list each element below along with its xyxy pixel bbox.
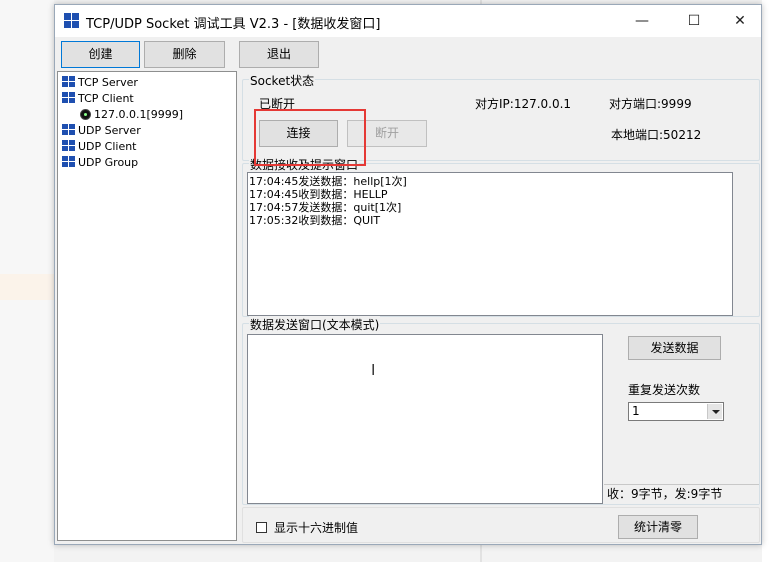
send-input[interactable] <box>247 334 603 504</box>
repeat-count-value: 1 <box>632 404 640 418</box>
network-icon <box>62 156 75 168</box>
text-cursor-icon: I <box>371 361 376 379</box>
network-icon <box>62 124 75 136</box>
log-line: 17:04:45收到数据：HELLP <box>249 188 388 201</box>
connection-tree[interactable]: TCP Server TCP Client 127.0.0.1[9999] UD… <box>57 71 237 541</box>
tree-item-label: TCP Client <box>78 92 134 105</box>
byte-stats: 收：9字节，发:9字节 <box>604 484 759 504</box>
highlight-box <box>254 109 366 166</box>
network-icon <box>62 92 75 104</box>
reset-stats-button[interactable]: 统计清零 <box>618 515 698 539</box>
toolbar: 创建 删除 退出 <box>55 37 761 73</box>
tree-item-tcp-client[interactable]: TCP Client <box>62 91 134 106</box>
network-icon <box>62 140 75 152</box>
close-button[interactable]: ✕ <box>717 5 763 37</box>
footer-panel: 显示十六进制值 统计清零 <box>242 507 760 543</box>
app-window: TCP/UDP Socket 调试工具 V2.3 - [数据收发窗口] — ☐ … <box>54 4 762 545</box>
repeat-count-select[interactable]: 1 <box>628 402 724 421</box>
chevron-down-icon <box>707 404 722 419</box>
connection-dot-icon <box>80 109 91 120</box>
title-bar[interactable]: TCP/UDP Socket 调试工具 V2.3 - [数据收发窗口] — ☐ … <box>55 5 761 37</box>
hex-checkbox-label: 显示十六进制值 <box>274 521 359 535</box>
send-data-button[interactable]: 发送数据 <box>628 336 721 360</box>
app-icon <box>64 13 80 29</box>
tree-item-udp-server[interactable]: UDP Server <box>62 123 141 138</box>
delete-button[interactable]: 删除 <box>144 41 225 68</box>
background-highlight <box>0 274 54 300</box>
create-button[interactable]: 创建 <box>61 41 140 68</box>
window-title: TCP/UDP Socket 调试工具 V2.3 - [数据收发窗口] <box>86 17 381 32</box>
tree-item-label: UDP Client <box>78 140 137 153</box>
network-icon <box>62 76 75 88</box>
local-port: 本地端口:50212 <box>611 128 702 142</box>
log-line: 17:04:45发送数据：hellp[1次] <box>249 175 407 188</box>
receive-group: 数据接收及提示窗口 17:04:45发送数据：hellp[1次] 17:04:4… <box>242 156 760 317</box>
tree-item-udp-group[interactable]: UDP Group <box>62 155 138 170</box>
background-divider <box>480 545 482 562</box>
maximize-button[interactable]: ☐ <box>671 5 717 37</box>
tree-item-label: TCP Server <box>78 76 138 89</box>
tree-item-connection[interactable]: 127.0.0.1[9999] <box>80 107 183 122</box>
tree-item-udp-client[interactable]: UDP Client <box>62 139 137 154</box>
send-group: 数据发送窗口(文本模式) I 发送数据 重复发送次数 1 收：9字节，发:9字节 <box>242 316 760 505</box>
tree-item-label: UDP Server <box>78 124 141 137</box>
minimize-button[interactable]: — <box>619 5 665 37</box>
socket-status-title: Socket状态 <box>249 72 316 89</box>
receive-log[interactable]: 17:04:45发送数据：hellp[1次] 17:04:45收到数据：HELL… <box>247 172 733 316</box>
repeat-count-label: 重复发送次数 <box>628 383 701 397</box>
exit-button[interactable]: 退出 <box>239 41 319 68</box>
hex-checkbox[interactable] <box>256 522 267 533</box>
send-title: 数据发送窗口(文本模式) <box>249 316 381 333</box>
log-line: 17:04:57发送数据：quit[1次] <box>249 201 402 214</box>
tree-item-tcp-server[interactable]: TCP Server <box>62 75 138 90</box>
remote-port: 对方端口:9999 <box>609 97 692 111</box>
log-line: 17:05:32收到数据：QUIT <box>249 214 381 227</box>
tree-item-label: UDP Group <box>78 156 139 169</box>
tree-item-label: 127.0.0.1[9999] <box>94 108 184 121</box>
remote-ip: 对方IP:127.0.0.1 <box>475 97 572 111</box>
background-right <box>762 0 772 562</box>
